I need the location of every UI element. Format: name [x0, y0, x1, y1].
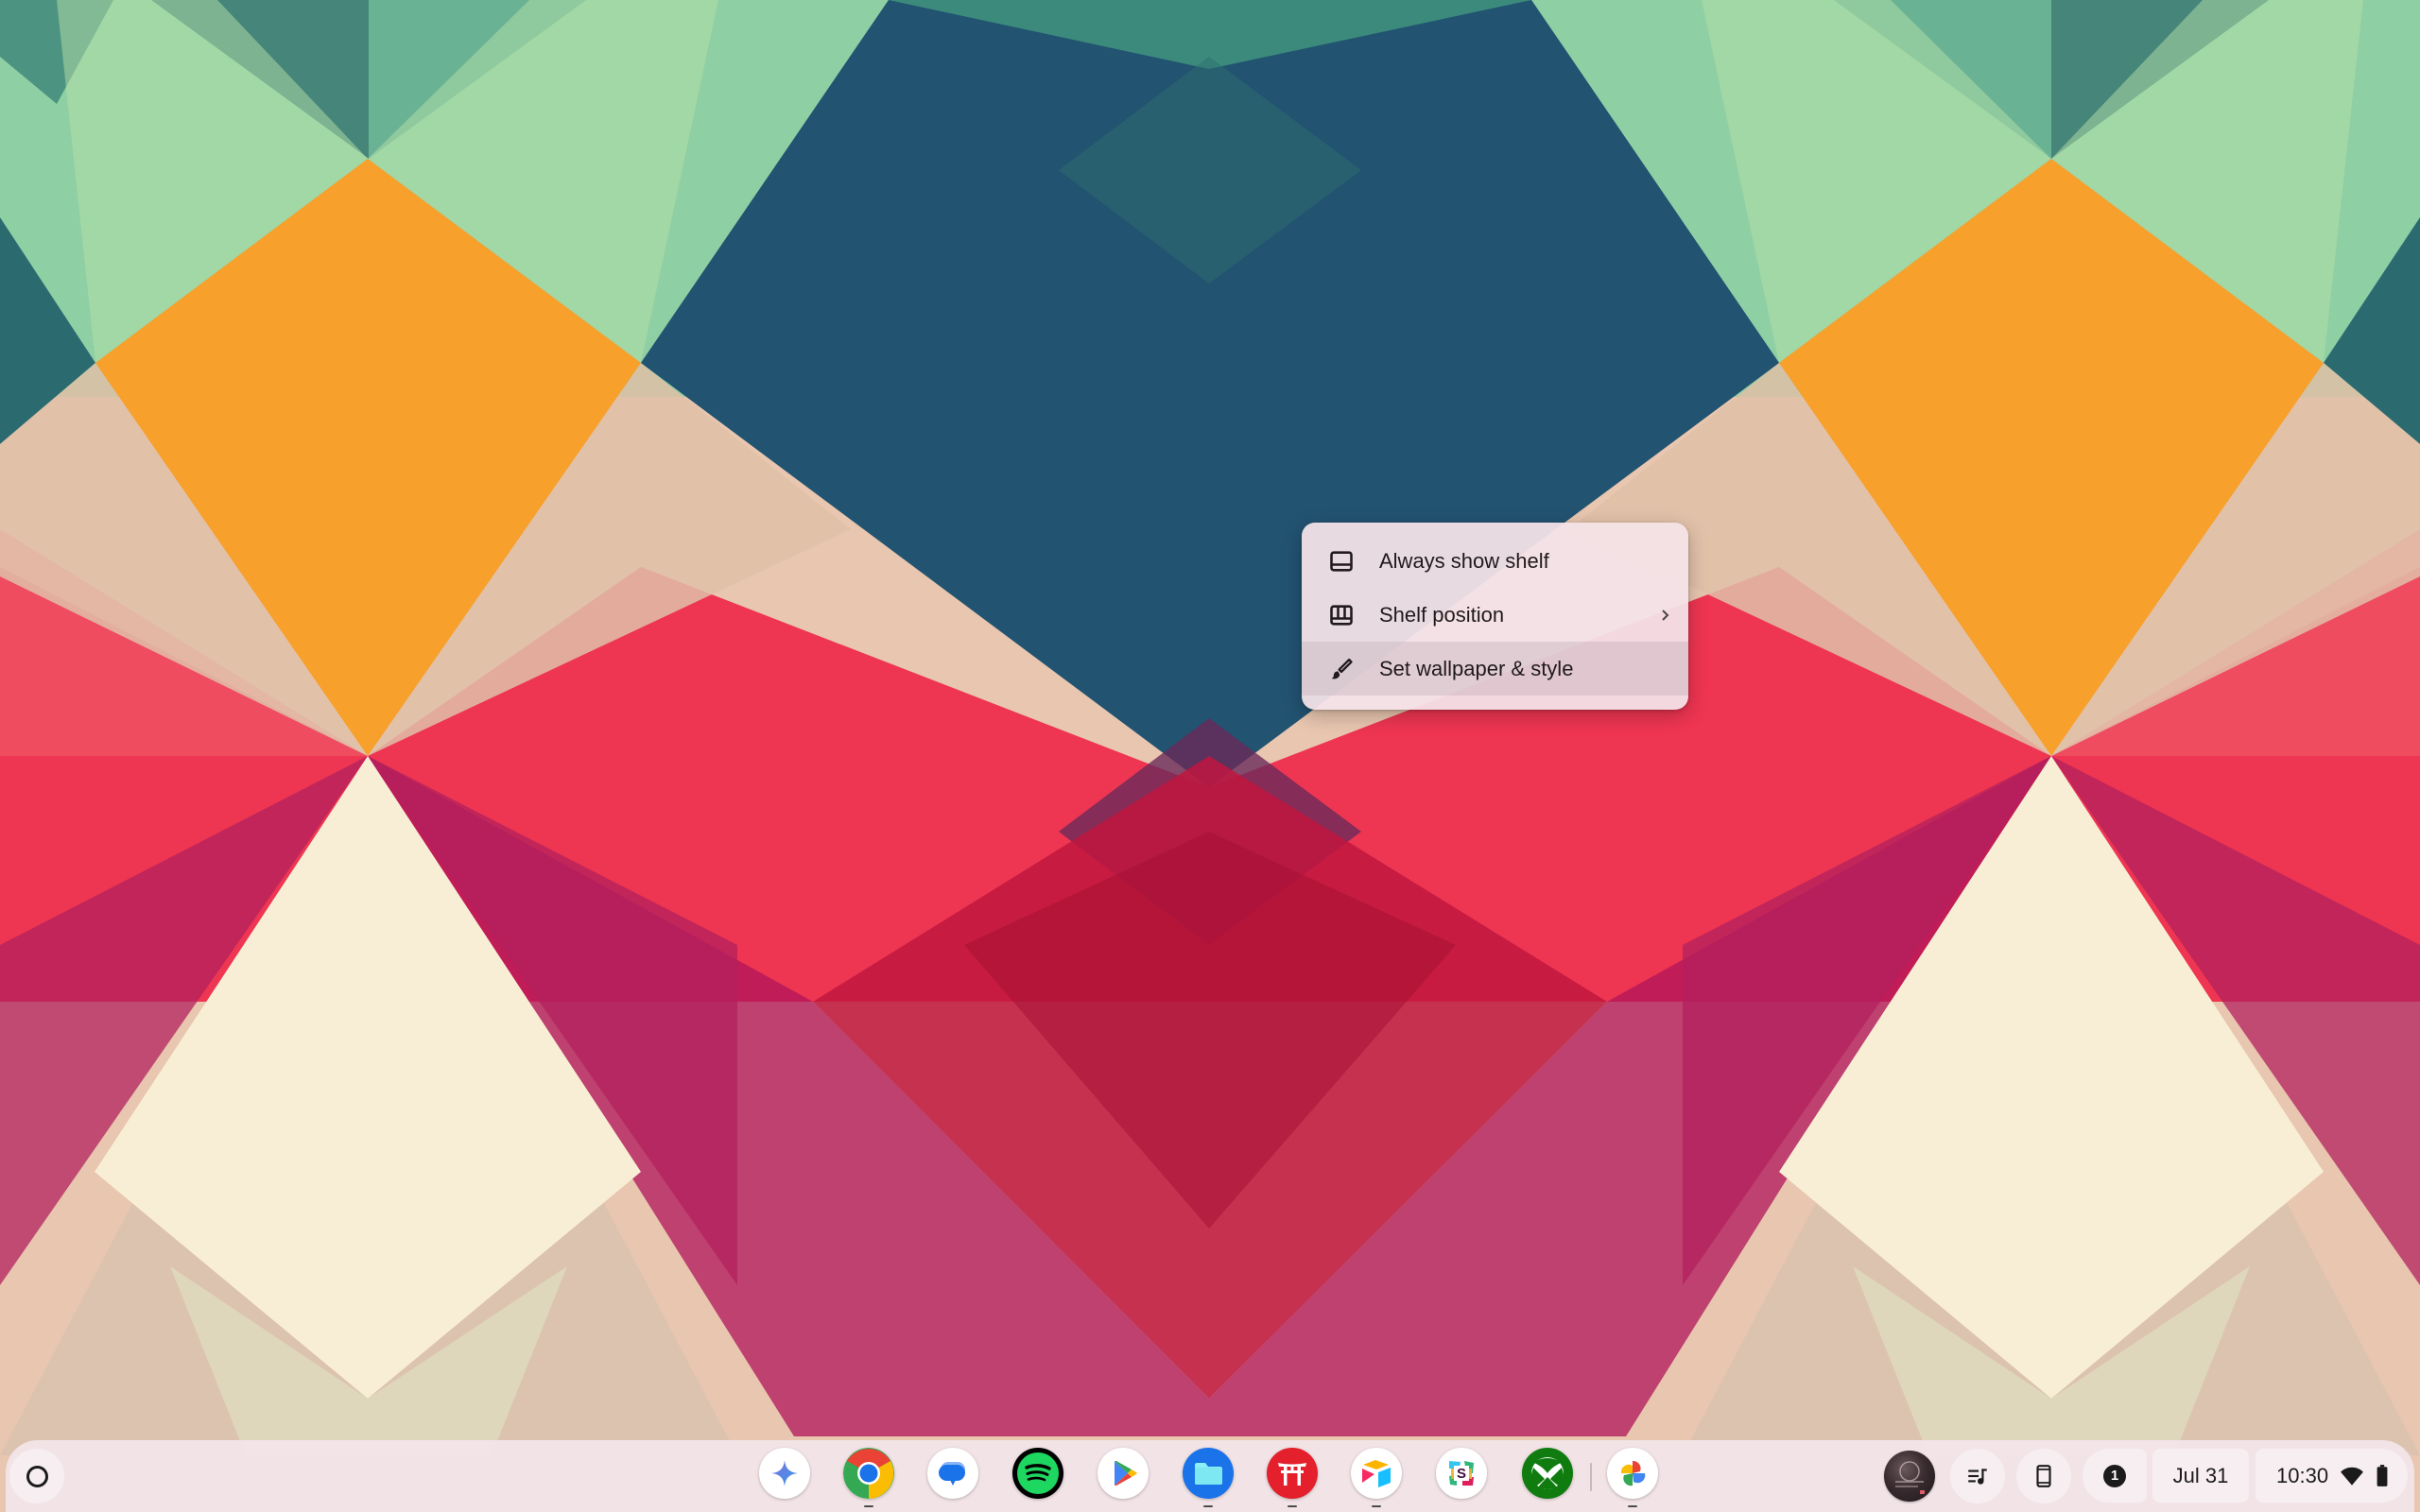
app-gemini[interactable] — [759, 1448, 810, 1499]
holding-space-preview-icon — [1895, 1461, 1925, 1494]
phone-icon — [2036, 1465, 2051, 1487]
chrome-icon — [843, 1448, 894, 1499]
app-spotify[interactable] — [1012, 1448, 1063, 1499]
shelf-position-icon — [1330, 604, 1353, 626]
date-tray-button[interactable]: Jul 31 — [2152, 1449, 2249, 1503]
shelf-separator — [1590, 1463, 1592, 1491]
app-chrome[interactable] — [843, 1448, 894, 1499]
media-controls-button[interactable] — [1950, 1449, 2005, 1503]
running-indicator — [1203, 1505, 1213, 1507]
notification-counter-button[interactable]: 1 — [2083, 1449, 2147, 1503]
wifi-icon — [2341, 1467, 2363, 1486]
launcher-button[interactable] — [9, 1449, 64, 1503]
torii-icon — [1278, 1463, 1306, 1486]
menu-item-always-show-shelf[interactable]: Always show shelf — [1302, 534, 1688, 588]
app-xbox[interactable] — [1522, 1448, 1573, 1499]
menu-item-label: Set wallpaper & style — [1379, 656, 1574, 680]
app-messages[interactable] — [927, 1448, 978, 1499]
launcher-circle-icon — [26, 1465, 48, 1487]
play-store-icon — [1115, 1461, 1137, 1486]
desktop-context-menu: Always show shelf Shelf position Set wal… — [1302, 523, 1688, 710]
app-airtable[interactable] — [1351, 1448, 1402, 1499]
shelf-bottom-icon — [1330, 550, 1353, 572]
app-files[interactable] — [1183, 1448, 1234, 1499]
holding-space-thumbnail[interactable] — [1884, 1451, 1935, 1502]
app-torii[interactable] — [1267, 1448, 1318, 1499]
running-indicator — [864, 1505, 873, 1507]
chevron-right-icon — [1662, 609, 1669, 621]
menu-item-label: Shelf position — [1379, 602, 1505, 627]
menu-item-label: Always show shelf — [1379, 548, 1549, 573]
system-tray-button[interactable]: 10:30 — [2256, 1449, 2408, 1503]
desktop-wallpaper[interactable] — [0, 0, 2420, 1512]
spotify-icon — [1017, 1452, 1059, 1494]
phone-hub-button[interactable] — [2016, 1449, 2071, 1503]
notification-count-badge: 1 — [2103, 1464, 2126, 1487]
svg-text:S: S — [1457, 1466, 1466, 1482]
app-slack[interactable]: S — [1436, 1448, 1487, 1499]
app-play-store[interactable] — [1098, 1448, 1149, 1499]
photos-icon — [1620, 1460, 1646, 1486]
gemini-icon — [771, 1460, 798, 1486]
xbox-icon — [1531, 1457, 1564, 1489]
date-label: Jul 31 — [2172, 1463, 2229, 1487]
messages-icon — [939, 1462, 965, 1486]
slack-icon: S — [1449, 1461, 1474, 1486]
paintbrush-icon — [1331, 658, 1353, 679]
files-icon — [1195, 1463, 1222, 1485]
running-indicator — [1372, 1505, 1381, 1507]
running-indicator — [1628, 1505, 1637, 1507]
app-photos[interactable] — [1607, 1448, 1658, 1499]
airtable-icon — [1362, 1460, 1391, 1487]
running-indicator — [1288, 1505, 1297, 1507]
menu-item-shelf-position[interactable]: Shelf position — [1302, 588, 1688, 642]
time-label: 10:30 — [2276, 1463, 2329, 1487]
battery-icon — [2377, 1464, 2388, 1486]
menu-item-set-wallpaper[interactable]: Set wallpaper & style — [1302, 642, 1688, 696]
media-queue-icon — [1968, 1469, 1987, 1485]
